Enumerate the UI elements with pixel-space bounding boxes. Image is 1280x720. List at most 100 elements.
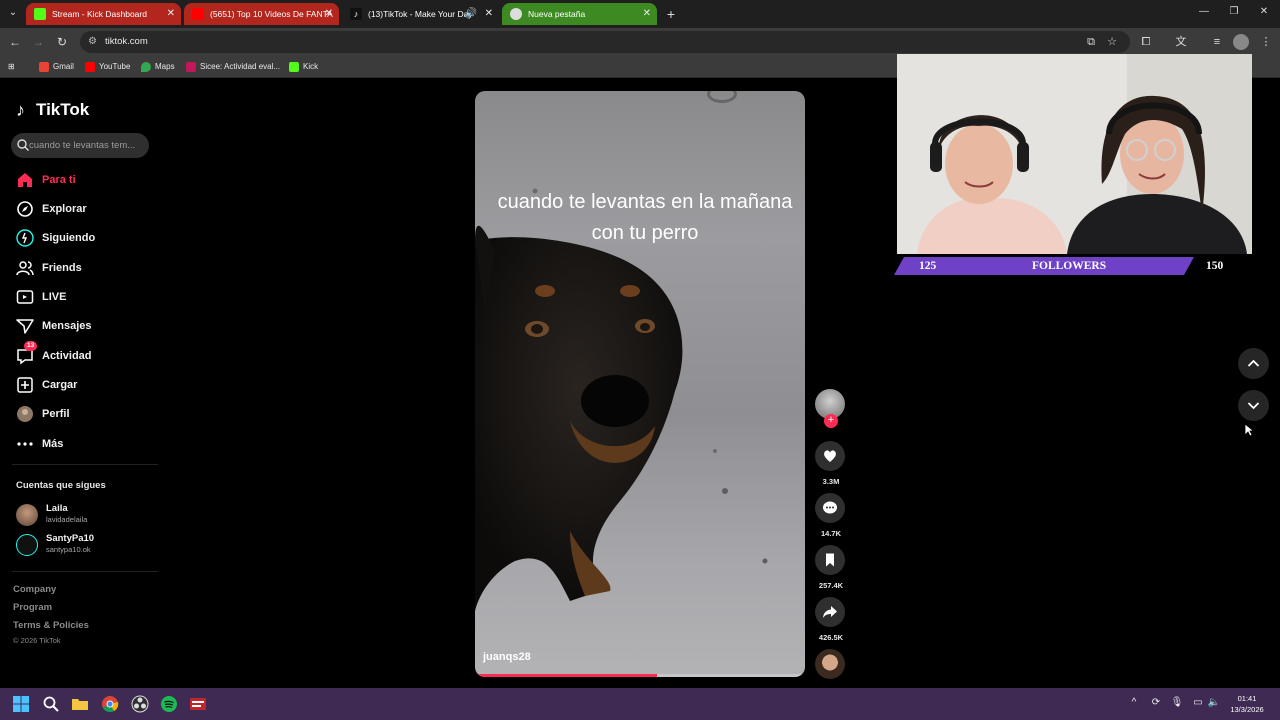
tab-kick-dashboard[interactable]: Stream - Kick Dashboard ✕ [26, 3, 181, 25]
bookmark-gmail[interactable]: Gmail [39, 60, 74, 74]
following-item-santypa10[interactable]: SantyPa10 santypa10.ok [16, 533, 156, 559]
comment-circle [815, 493, 845, 523]
tab-new-tab[interactable]: Nueva pestaña ✕ [502, 3, 657, 25]
following-item-laila[interactable]: Laila lavidadelaila [16, 503, 156, 529]
bookmark-button[interactable]: 257.4K [815, 545, 847, 590]
nav-label: Cargar [42, 379, 78, 391]
video-progress-bar[interactable] [475, 674, 805, 677]
music-disc-button[interactable] [815, 649, 847, 679]
reload-icon[interactable]: ↻ [54, 34, 70, 50]
footer-program-link[interactable]: Program [13, 602, 52, 613]
tab-title: (5651) Top 10 Videos De FANTA [210, 9, 333, 19]
tab-youtube[interactable]: (5651) Top 10 Videos De FANTA ✕ [184, 3, 339, 25]
browser-tab-strip: ⌄ Stream - Kick Dashboard ✕ (5651) Top 1… [0, 0, 1280, 28]
previous-video-button[interactable] [1238, 348, 1269, 379]
bookmark-label: YouTube [99, 62, 131, 71]
close-tab-icon[interactable]: ✕ [325, 3, 333, 25]
search-icon[interactable] [42, 695, 60, 713]
nav-siguiendo[interactable]: Siguiendo [16, 228, 156, 250]
extensions-icon[interactable]: ⧠ [1138, 34, 1154, 50]
nav-cargar[interactable]: Cargar [16, 375, 156, 397]
following-section-title: Cuentas que sigues [16, 480, 106, 491]
nav-mensajes[interactable]: Mensajes [16, 316, 156, 338]
show-hidden-icons-chevron-icon[interactable]: ^ [1127, 696, 1141, 710]
heart-icon [824, 450, 836, 462]
install-app-icon[interactable]: ⧉ [1083, 34, 1099, 50]
close-tab-icon[interactable]: ✕ [643, 3, 651, 25]
close-window-icon[interactable]: ✕ [1256, 4, 1272, 20]
bookmark-youtube[interactable]: YouTube [85, 60, 130, 74]
microphone-icon[interactable]: 🎙 [1170, 696, 1184, 710]
apps-grid-icon[interactable]: ⊞ [8, 60, 15, 74]
forward-icon[interactable]: → [30, 34, 46, 50]
like-circle [815, 441, 845, 471]
search-icon[interactable] [16, 138, 30, 152]
nav-mas[interactable]: Más [16, 434, 156, 456]
sidebar-divider [12, 571, 158, 572]
creator-avatar-button[interactable]: + [815, 389, 847, 428]
avatar [16, 504, 38, 526]
search-input[interactable]: cuando te levantas tem... [11, 133, 149, 158]
clock-time: 01:41 [1237, 694, 1257, 703]
bookmark-maps[interactable]: Maps [141, 60, 175, 74]
sync-icon[interactable]: ⟳ [1149, 696, 1163, 710]
nav-friends[interactable]: Friends [16, 258, 156, 280]
obs-icon[interactable] [131, 695, 149, 713]
file-explorer-icon[interactable] [71, 695, 89, 713]
like-button[interactable]: 3.3M [815, 441, 847, 486]
tab-search-chevron-icon[interactable]: ⌄ [4, 4, 22, 22]
tiktok-note-icon: ♪ [16, 100, 25, 120]
like-count: 3.3M [822, 477, 840, 486]
nav-live[interactable]: LIVE [16, 287, 156, 309]
tiktok-logo[interactable]: ♪ TikTok [16, 99, 89, 121]
menu-kebab-icon[interactable]: ⋮ [1258, 34, 1274, 50]
chrome-icon[interactable] [101, 695, 119, 713]
translate-icon[interactable]: 文 [1173, 34, 1189, 50]
logo-text: TikTok [36, 100, 90, 119]
address-bar[interactable]: ⚙ tiktok.com [80, 31, 1130, 53]
comment-button[interactable]: 14.7K [815, 493, 847, 538]
video-player[interactable]: cuando te levantas en la mañana con tu p… [475, 91, 805, 677]
share-button[interactable]: 426.5K [815, 597, 847, 642]
tiktok-icon: ♪ [350, 8, 362, 20]
spotify-icon[interactable] [160, 695, 178, 713]
following-icon [16, 229, 34, 247]
youtube-icon [192, 8, 204, 20]
next-video-button[interactable] [1238, 390, 1269, 421]
bookmark-circle [815, 545, 845, 575]
bookmark-star-icon[interactable]: ☆ [1104, 34, 1120, 50]
nav-perfil[interactable]: Perfil [16, 404, 156, 426]
volume-icon[interactable]: 🔈 [1207, 696, 1221, 710]
footer-terms-link[interactable]: Terms & Policies [13, 620, 89, 631]
back-icon[interactable]: ← [7, 34, 23, 50]
bookmark-label: Gmail [53, 62, 74, 71]
nav-explorar[interactable]: Explorar [16, 199, 156, 221]
video-author[interactable]: juanqs28 [483, 651, 531, 663]
nav-label: Mensajes [42, 320, 92, 332]
nav-actividad[interactable]: 13 Actividad [16, 341, 156, 368]
new-tab-button[interactable]: + [664, 3, 678, 25]
profile-avatar-icon[interactable] [1233, 34, 1249, 50]
nav-label: LIVE [42, 291, 67, 303]
following-name: Laila [46, 503, 68, 514]
url-text[interactable]: tiktok.com [105, 31, 148, 53]
tab-tiktok[interactable]: ♪ (13)TikTok - Make Your Day 🔊 ✕ [342, 3, 499, 25]
windows-start-icon[interactable] [12, 695, 30, 713]
system-clock[interactable]: 01:41 13/3/2026 [1224, 693, 1270, 715]
close-tab-icon[interactable]: ✕ [485, 3, 493, 25]
minimize-icon[interactable]: — [1196, 4, 1212, 20]
comment-count: 14.7K [820, 529, 841, 538]
footer-company-link[interactable]: Company [13, 584, 56, 595]
streaming-app-icon[interactable] [189, 695, 207, 713]
bookmark-sicee[interactable]: Sicee: Actividad eval... [186, 60, 280, 74]
follow-plus-icon[interactable]: + [824, 414, 838, 428]
network-icon[interactable]: ▭ [1191, 696, 1205, 710]
site-info-icon[interactable]: ⚙ [88, 35, 102, 49]
audio-playing-icon[interactable]: 🔊 [465, 3, 477, 25]
media-control-icon[interactable]: ≡ [1209, 34, 1225, 50]
close-tab-icon[interactable]: ✕ [167, 3, 175, 25]
restore-icon[interactable]: ❐ [1226, 4, 1242, 20]
more-icon [17, 442, 33, 446]
bookmark-kick[interactable]: Kick [289, 60, 318, 74]
nav-para-ti[interactable]: Para ti [16, 170, 156, 192]
